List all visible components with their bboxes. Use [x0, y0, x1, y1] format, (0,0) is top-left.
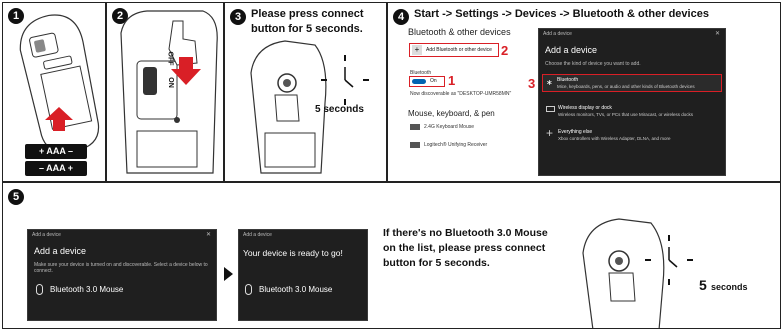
step4-panel: 4 Start -> Settings -> Devices -> Blueto…: [387, 2, 781, 182]
step2-panel: 2 OFF ON: [106, 2, 224, 182]
add-device-label: Add Bluetooth or other device: [426, 47, 492, 53]
mouse-switch-illustration: [120, 10, 218, 174]
settings-path: Start -> Settings -> Devices -> Bluetoot…: [414, 8, 709, 20]
window2-titlebar: Add a device: [239, 230, 367, 240]
paired-device-name: Bluetooth 3.0 Mouse: [259, 285, 333, 294]
dialog-bar-text: Add a device: [543, 31, 572, 37]
window1-bar-text: Add a device: [32, 232, 61, 238]
next-arrow-icon: [224, 267, 233, 281]
bluetooth-option[interactable]: ∗ Bluetooth Mice, keyboards, pens, or au…: [542, 74, 722, 92]
dialog-titlebar: Add a device ✕: [539, 29, 725, 39]
seconds-number: 5: [699, 277, 707, 293]
mouse-top-illustration: [250, 40, 369, 174]
bluetooth-option-title: Bluetooth: [557, 77, 579, 83]
plus-icon: +: [546, 126, 554, 140]
battery-2: – AAA +: [25, 161, 87, 176]
close-icon[interactable]: ✕: [715, 29, 720, 39]
discoverable-text: Now discoverable as "DESKTOP-UMR58MN": [410, 91, 512, 97]
everything-option[interactable]: + Everything else Xbox controllers with …: [542, 126, 722, 145]
device-name: Bluetooth 3.0 Mouse: [50, 285, 124, 294]
note-line-3: button for 5 seconds.: [383, 257, 490, 269]
add-device-window-1: Add a device ✕ Add a device Make sure you…: [27, 229, 217, 321]
switch-off-label: OFF: [166, 51, 174, 66]
everything-option-title: Everything else: [558, 129, 593, 135]
battery-1: + AAA –: [25, 144, 87, 159]
bluetooth-toggle[interactable]: On: [409, 76, 445, 87]
paired-device-item: Bluetooth 3.0 Mouse: [243, 282, 363, 300]
device-1: 2.4G Keyboard Mouse: [424, 124, 475, 130]
bluetooth-icon: ∗: [546, 78, 553, 87]
seconds-word: seconds: [711, 282, 748, 292]
callout-2: 2: [501, 43, 509, 58]
monitor-icon: [546, 106, 555, 112]
add-device-button[interactable]: + Add Bluetooth or other device: [409, 43, 499, 57]
wireless-option[interactable]: Wireless display or dock Wireless monito…: [542, 103, 722, 121]
dialog-title: Add a device: [545, 45, 598, 55]
step-number-5: 5: [8, 189, 24, 205]
step5-panel: 5 Add a device ✕ Add a device Make sure y…: [2, 182, 781, 329]
window1-desc: Make sure your device is turned on and d…: [34, 262, 208, 274]
switch-on-label: ON: [166, 77, 174, 88]
device-list-item[interactable]: Bluetooth 3.0 Mouse: [34, 282, 204, 300]
wireless-option-title: Wireless display or dock: [558, 105, 612, 111]
device-2: Logitech® Unifying Receiver: [424, 142, 488, 148]
mouse-press-illustration: [582, 218, 693, 328]
callout-3: 3: [528, 76, 536, 91]
keyboard-icon: [410, 124, 420, 130]
window2-title: Your device is ready to go!: [243, 248, 343, 258]
note-line-1: If there's no Bluetooth 3.0 Mouse: [383, 227, 548, 239]
everything-option-desc: Xbox controllers with Wireless Adapter, …: [558, 136, 671, 141]
clock-icon: [321, 55, 369, 105]
mouse-section-title: Mouse, keyboard, & pen: [408, 109, 495, 118]
toggle-switch: [412, 79, 426, 84]
settings-title: Bluetooth & other devices: [408, 27, 511, 37]
callout-1: 1: [448, 73, 456, 88]
receiver-icon: [410, 142, 420, 148]
toggle-state-label: On: [430, 78, 437, 84]
step-number-4: 4: [393, 9, 409, 25]
step1-panel: 1 + AAA – – AAA +: [2, 2, 106, 182]
add-device-window-2: Add a device Your device is ready to go!…: [238, 229, 368, 321]
window1-title: Add a device: [34, 246, 87, 256]
plus-icon: +: [412, 45, 422, 55]
mouse-icon: [36, 284, 43, 295]
close-icon[interactable]: ✕: [206, 230, 211, 240]
note-line-2: on the list, please press connect: [383, 242, 546, 254]
step3-seconds-label: 5 seconds: [315, 104, 364, 115]
mouse-icon: [245, 284, 252, 295]
window1-titlebar: Add a device ✕: [28, 230, 216, 240]
step3-panel: 3 Please press connect button for 5 seco…: [224, 2, 387, 182]
wireless-option-desc: Wireless monitors, TVs, or PCs that use …: [558, 112, 693, 117]
window2-bar-text: Add a device: [243, 232, 272, 238]
bluetooth-option-desc: Mice, keyboards, pens, or audio and othe…: [557, 84, 695, 89]
add-device-dialog: Add a device ✕ Add a device Choose the ki…: [538, 28, 726, 176]
dialog-subtitle: Choose the kind of device you want to ad…: [545, 61, 641, 67]
